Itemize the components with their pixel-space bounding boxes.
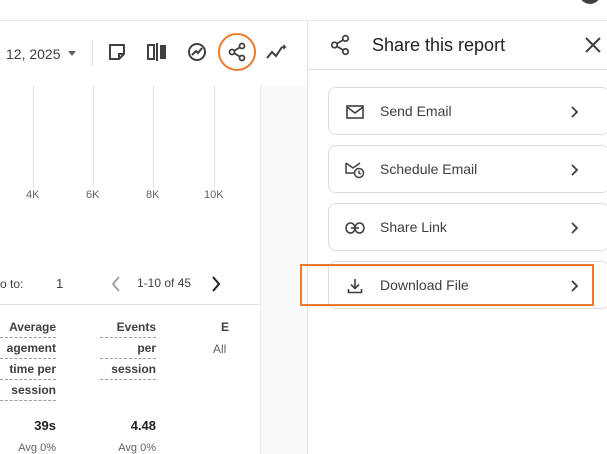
cell-partial: All — [213, 342, 227, 356]
header-line: Average — [0, 317, 56, 338]
table-divider — [0, 304, 260, 305]
x-tick-label: 8K — [146, 189, 160, 201]
grid-line — [153, 85, 154, 187]
header-line: E — [220, 320, 229, 334]
option-label: Send Email — [380, 103, 452, 119]
chevron-right-icon — [565, 160, 585, 180]
schedule-email-option[interactable]: Schedule Email — [328, 145, 607, 193]
header-line: session — [100, 359, 156, 380]
compare-icon[interactable] — [145, 40, 169, 64]
x-tick-label: 6K — [86, 189, 100, 201]
grid-line — [214, 85, 215, 187]
header-line: per — [100, 338, 156, 359]
chevron-right-icon — [565, 102, 585, 122]
mail-icon — [345, 102, 365, 122]
cell-avg: Avg 0% — [118, 442, 156, 454]
share-icon — [329, 34, 351, 61]
pager-range: 1-10 of 45 — [137, 276, 192, 290]
x-tick-label: 10K — [204, 189, 224, 201]
avatar[interactable] — [579, 0, 601, 4]
cell-value: 4.48 — [130, 418, 156, 433]
share-link-option[interactable]: Share Link — [328, 203, 607, 251]
column-header-engagement-time[interactable]: Average agement time per session — [0, 317, 56, 401]
column-header-events-per-session[interactable]: Events per session — [100, 317, 156, 380]
chevron-right-icon — [565, 218, 585, 238]
chevron-right-icon[interactable] — [210, 275, 222, 298]
download-highlight-box — [300, 264, 594, 306]
cell-avg: Avg 0% — [18, 442, 56, 454]
close-icon[interactable] — [584, 36, 602, 59]
goto-label: o to: — [0, 277, 24, 291]
date-range-picker[interactable]: 12, 2025 — [6, 46, 61, 62]
option-label: Schedule Email — [380, 161, 478, 177]
panel-divider — [308, 69, 607, 70]
grid-line — [93, 85, 94, 187]
send-email-option[interactable]: Send Email — [328, 87, 607, 135]
panel-title: Share this report — [372, 35, 506, 55]
goto-page-input[interactable]: 1 — [56, 276, 63, 291]
grid-line — [33, 85, 34, 187]
column-header-partial[interactable]: E — [215, 317, 229, 337]
insights-icon[interactable] — [185, 40, 209, 64]
header-line: time per — [0, 359, 56, 380]
schedule-email-icon — [345, 160, 365, 180]
chevron-down-icon[interactable] — [68, 51, 76, 56]
header-line: agement — [0, 338, 56, 359]
cell-value: 39s — [34, 418, 56, 433]
header-line: Events — [100, 317, 156, 338]
x-tick-label: 4K — [26, 189, 40, 201]
note-icon[interactable] — [105, 40, 129, 64]
chevron-left-icon[interactable] — [110, 275, 122, 298]
share-highlight-ring — [218, 33, 256, 71]
option-label: Share Link — [380, 219, 447, 235]
sparkline-icon[interactable] — [265, 40, 289, 64]
link-icon — [345, 218, 365, 238]
toolbar-divider — [92, 40, 93, 66]
header-line: session — [0, 380, 56, 401]
